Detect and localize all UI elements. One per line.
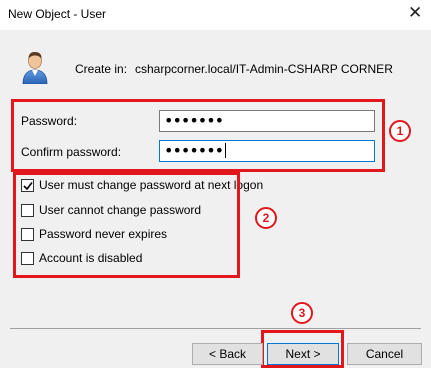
next-button[interactable]: Next > (267, 343, 339, 365)
user-icon (22, 52, 48, 84)
window-title: New Object - User (8, 7, 107, 21)
separator (10, 328, 421, 329)
cancel-button[interactable]: Cancel (347, 343, 422, 365)
annotation-badge-3: 3 (291, 302, 313, 324)
annotation-badge-1: 1 (389, 120, 411, 142)
create-in-label: Create in: (75, 62, 128, 76)
annotation-box-1 (11, 99, 385, 172)
annotation-badge-2: 2 (255, 207, 277, 229)
title-bar: New Object - User ✕ (0, 0, 431, 30)
close-icon[interactable]: ✕ (408, 3, 422, 23)
annotation-box-2 (13, 172, 240, 278)
create-in-path: csharpcorner.local/IT-Admin-CSHARP CORNE… (135, 62, 393, 76)
back-button[interactable]: < Back (192, 343, 263, 365)
